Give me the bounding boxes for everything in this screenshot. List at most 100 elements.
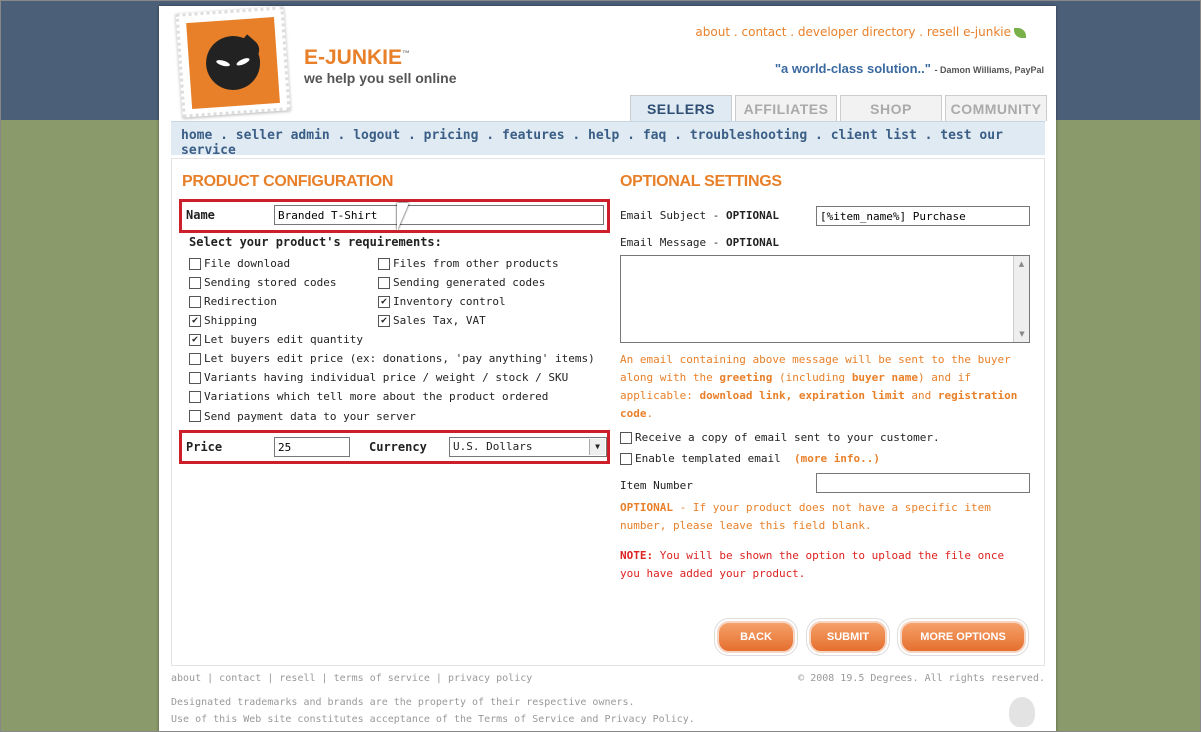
- checkbox[interactable]: [378, 276, 390, 289]
- email-info-text: An email containing above message will b…: [620, 353, 1018, 420]
- receive-copy-option[interactable]: Receive a copy of email sent to your cus…: [620, 431, 940, 444]
- checkbox[interactable]: [189, 276, 201, 289]
- logo-image: [186, 17, 280, 109]
- checkbox[interactable]: [189, 410, 201, 422]
- option-variations[interactable]: Variations which tell more about the pro…: [189, 390, 548, 403]
- testimonial: "a world-class solution.." - Damon Willi…: [774, 61, 1044, 76]
- option-sales-tax-vat[interactable]: ✔ Sales Tax, VAT: [378, 314, 486, 327]
- checkbox-checked[interactable]: ✔: [189, 314, 201, 327]
- tab-community[interactable]: COMMUNITY: [945, 95, 1047, 121]
- option-shipping[interactable]: ✔ Shipping: [189, 314, 257, 327]
- checkbox[interactable]: [189, 352, 201, 365]
- option-variants[interactable]: Variants having individual price / weigh…: [189, 371, 568, 384]
- item-number-note: OPTIONAL - If your product does not have…: [620, 501, 991, 532]
- footer-link-about[interactable]: about: [171, 673, 201, 684]
- nav-troubleshooting[interactable]: troubleshooting: [690, 128, 807, 143]
- option-send-payment-data[interactable]: Send payment data to your server: [189, 409, 416, 423]
- option-file-download[interactable]: File download: [189, 257, 290, 270]
- upload-note: NOTE: You will be shown the option to up…: [620, 549, 1005, 580]
- mouse-pointer-icon: [397, 203, 415, 231]
- nav-seller-admin[interactable]: seller admin: [236, 128, 330, 143]
- nav-home[interactable]: home: [181, 128, 212, 143]
- checkbox[interactable]: [189, 390, 201, 403]
- main-tabs: SELLERS AFFILIATES SHOP COMMUNITY: [630, 95, 1047, 121]
- email-message-label: Email Message - OPTIONAL: [620, 236, 779, 249]
- checkbox[interactable]: [378, 257, 390, 270]
- scroll-up-icon[interactable]: ▲: [1014, 256, 1029, 272]
- checkbox-checked[interactable]: ✔: [378, 295, 390, 308]
- checkbox-checked[interactable]: ✔: [189, 333, 201, 346]
- tab-shop[interactable]: SHOP: [840, 95, 942, 121]
- templated-email-option[interactable]: Enable templated email (more info..): [620, 452, 880, 465]
- devil-face-icon: [204, 34, 264, 92]
- option-edit-price[interactable]: Let buyers edit price (ex: donations, 'p…: [189, 352, 595, 365]
- price-input[interactable]: [274, 437, 350, 457]
- sub-nav: home . seller admin . logout . pricing .…: [171, 121, 1045, 158]
- name-input[interactable]: [274, 205, 604, 225]
- terms-text: Use of this Web site constitutes accepta…: [171, 714, 695, 725]
- option-files-from-other-products[interactable]: Files from other products: [378, 257, 559, 270]
- more-info-link[interactable]: (more info..): [794, 452, 880, 465]
- option-redirection[interactable]: Redirection: [189, 295, 277, 308]
- page: E-JUNKIE™ we help you sell online about …: [159, 6, 1056, 732]
- footer-link-resell[interactable]: resell: [279, 673, 315, 684]
- nav-faq[interactable]: faq: [643, 128, 666, 143]
- nav-client-list[interactable]: client list: [831, 128, 917, 143]
- footer-row: about | contact | resell | terms of serv…: [171, 673, 1045, 684]
- nav-logout[interactable]: logout: [353, 128, 400, 143]
- requirements-title: Select your product's requirements:: [189, 235, 442, 249]
- back-button[interactable]: BACK: [717, 621, 795, 653]
- checkbox-checked[interactable]: ✔: [378, 314, 390, 327]
- link-contact[interactable]: contact: [742, 25, 787, 39]
- tab-affiliates[interactable]: AFFILIATES: [735, 95, 837, 121]
- email-subject-label: Email Subject - OPTIONAL: [620, 209, 779, 222]
- item-number-label: Item Number: [620, 479, 693, 492]
- flame-icon: [232, 34, 264, 66]
- link-resell[interactable]: resell e-junkie: [927, 25, 1011, 39]
- trademark-text: Designated trademarks and brands are the…: [171, 697, 635, 708]
- checkbox[interactable]: [189, 371, 201, 384]
- price-label: Price: [186, 440, 223, 454]
- email-subject-input[interactable]: [816, 206, 1030, 226]
- email-message-textarea[interactable]: [620, 255, 1030, 343]
- option-inventory-control[interactable]: ✔ Inventory control: [378, 295, 506, 308]
- footer-link-privacy[interactable]: privacy policy: [448, 673, 532, 684]
- checkbox[interactable]: [189, 295, 201, 308]
- nav-help[interactable]: help: [588, 128, 619, 143]
- chevron-down-icon[interactable]: ▼: [589, 439, 605, 455]
- checkbox[interactable]: [620, 452, 632, 465]
- price-highlight: Price Currency U.S. Dollars ▼: [179, 430, 610, 464]
- link-about[interactable]: about: [695, 25, 730, 39]
- footer-links: about | contact | resell | terms of serv…: [171, 673, 533, 684]
- optional-settings-title: OPTIONAL SETTINGS: [620, 173, 782, 190]
- optional-settings: OPTIONAL SETTINGS Email Subject - OPTION…: [620, 173, 1030, 653]
- option-sending-generated-codes[interactable]: Sending generated codes: [378, 276, 545, 289]
- nav-pricing[interactable]: pricing: [424, 128, 479, 143]
- checkbox[interactable]: [189, 257, 201, 270]
- tab-sellers[interactable]: SELLERS: [630, 95, 732, 121]
- scroll-down-icon[interactable]: ▼: [1014, 326, 1030, 342]
- link-developer-directory[interactable]: developer directory: [798, 25, 916, 39]
- brand-name[interactable]: E-JUNKIE™: [304, 46, 410, 70]
- footer: about | contact | resell | terms of serv…: [171, 673, 1045, 727]
- product-configuration: PRODUCT CONFIGURATION Name Select your p…: [179, 173, 612, 464]
- leaf-icon: [1014, 27, 1026, 38]
- logo-stamp[interactable]: [175, 6, 291, 118]
- flame-logo-icon: [1009, 697, 1035, 727]
- footer-link-terms[interactable]: terms of service: [334, 673, 430, 684]
- submit-button[interactable]: SUBMIT: [809, 621, 887, 653]
- option-edit-quantity[interactable]: ✔ Let buyers edit quantity: [189, 333, 363, 346]
- more-options-button[interactable]: MORE OPTIONS: [900, 621, 1026, 653]
- copyright: © 2008 19.5 Degrees. All rights reserved…: [798, 673, 1045, 684]
- currency-select[interactable]: U.S. Dollars ▼: [449, 437, 607, 457]
- option-sending-stored-codes[interactable]: Sending stored codes: [189, 276, 336, 289]
- main-content: PRODUCT CONFIGURATION Name Select your p…: [171, 158, 1045, 666]
- product-config-title: PRODUCT CONFIGURATION: [182, 173, 394, 190]
- checkbox[interactable]: [620, 431, 632, 444]
- item-number-input[interactable]: [816, 473, 1030, 493]
- nav-features[interactable]: features: [502, 128, 565, 143]
- footer-link-contact[interactable]: contact: [219, 673, 261, 684]
- name-label: Name: [186, 208, 215, 222]
- textarea-scrollbar[interactable]: ▲ ▼: [1013, 256, 1029, 342]
- top-links: about . contact . developer directory . …: [695, 25, 1026, 39]
